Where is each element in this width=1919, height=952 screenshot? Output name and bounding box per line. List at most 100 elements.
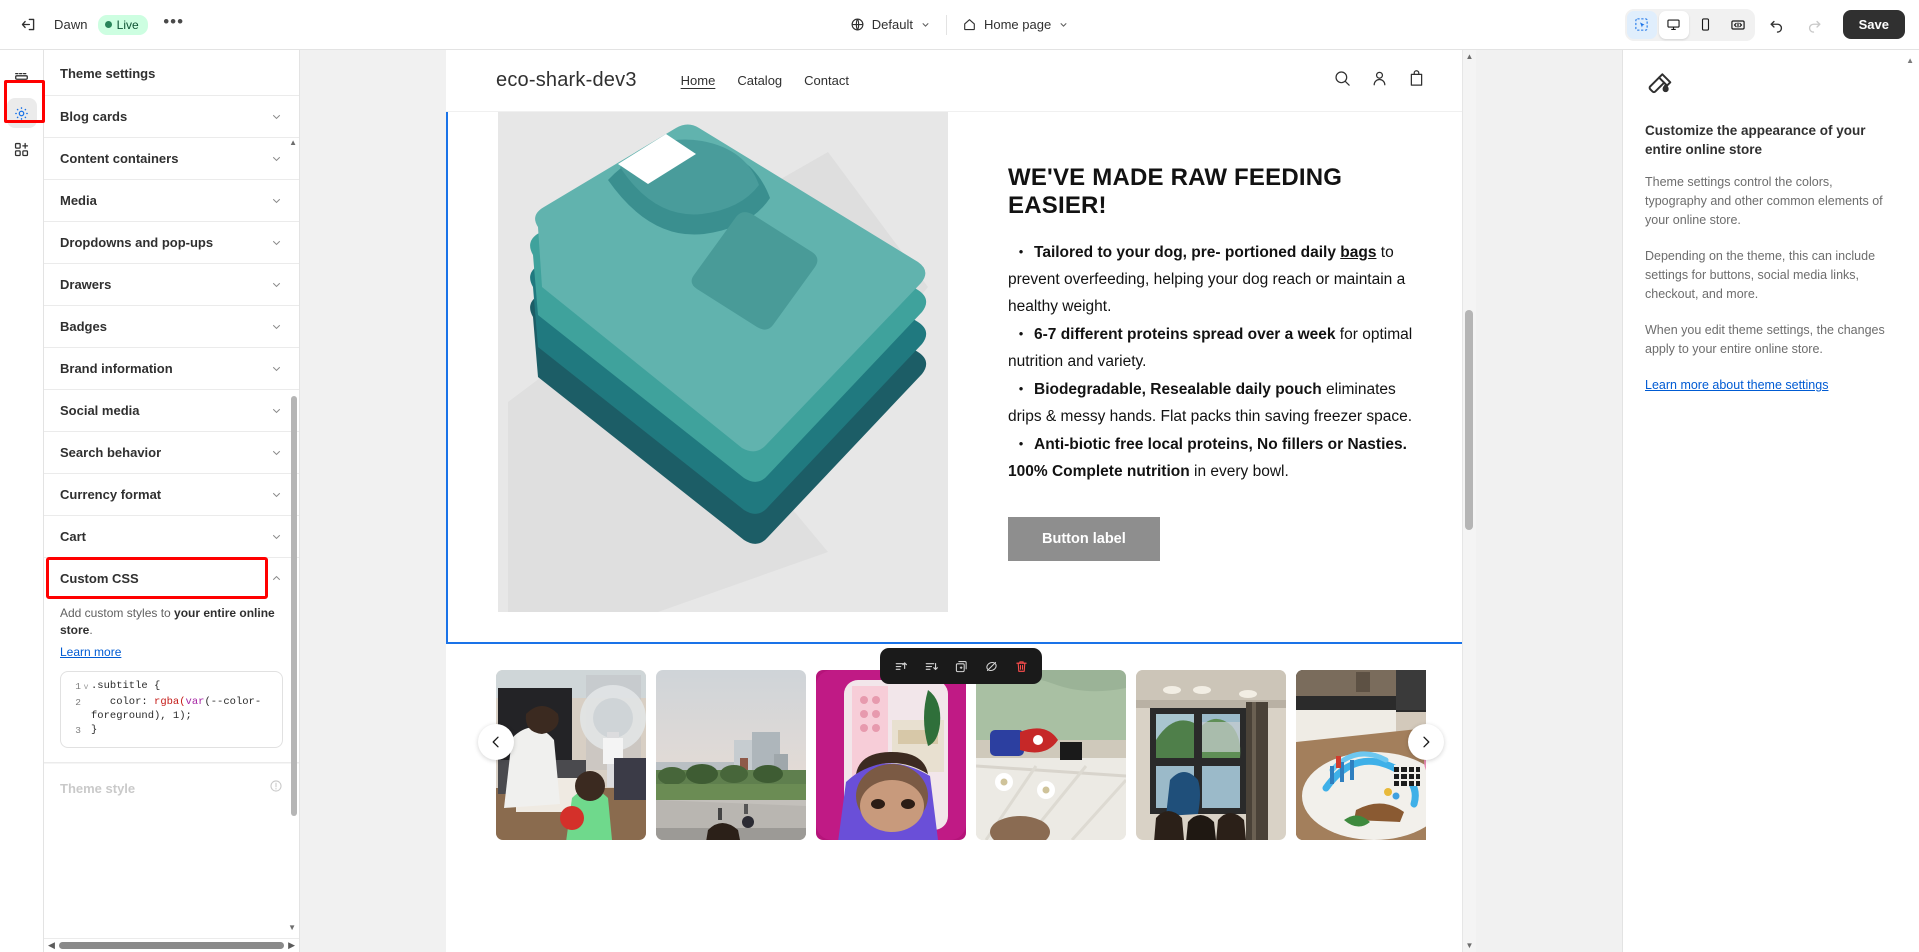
cart-icon[interactable]	[1407, 69, 1426, 93]
group-theme-style[interactable]: Theme style	[44, 763, 299, 813]
mobile-icon[interactable]	[1691, 11, 1721, 39]
help-prefix: Add custom styles to	[60, 606, 175, 620]
hero-cta-button[interactable]: Button label	[1008, 517, 1160, 561]
custom-css-code-editor[interactable]: 1 v .subtitle { 2 color: rgba(var(--colo…	[60, 671, 283, 748]
editor-body: Theme settings Blog cards Content contai…	[0, 50, 1919, 952]
chevron-down-icon	[270, 320, 283, 333]
search-icon[interactable]	[1333, 69, 1352, 93]
folded-tshirt-illustration	[498, 112, 948, 612]
panel-horizontal-scrollbar[interactable]: ◀ ▶	[44, 938, 299, 952]
scroll-left-arrow-icon[interactable]: ◀	[48, 940, 55, 951]
chevron-down-icon	[270, 278, 283, 291]
delete-icon[interactable]	[1008, 654, 1034, 678]
info-panel-paragraph: When you edit theme settings, the change…	[1645, 323, 1885, 356]
fullwidth-icon[interactable]	[1723, 11, 1753, 39]
gallery-next-button[interactable]	[1408, 724, 1444, 760]
hide-icon[interactable]	[978, 654, 1004, 678]
store-nav-home[interactable]: Home	[681, 73, 716, 88]
group-currency-format[interactable]: Currency format	[44, 474, 299, 516]
store-nav-contact[interactable]: Contact	[804, 73, 849, 88]
chevron-down-icon	[922, 23, 929, 27]
hero-bullet: Biodegradable, Resealable daily pouch el…	[1008, 375, 1424, 430]
more-options-button[interactable]: •••	[158, 9, 190, 41]
group-custom-css[interactable]: Custom CSS	[44, 558, 299, 599]
chevron-up-icon	[270, 572, 283, 585]
move-down-icon[interactable]	[918, 654, 944, 678]
group-brand-information[interactable]: Brand information	[44, 348, 299, 390]
info-panel-title: Customize the appearance of your entire …	[1645, 123, 1866, 157]
scroll-up-arrow-icon[interactable]: ▲	[1466, 52, 1474, 61]
panel-groups: Blog cards Content containers Media Drop…	[44, 96, 299, 817]
save-button[interactable]: Save	[1842, 10, 1905, 39]
duplicate-icon[interactable]	[948, 654, 974, 678]
scroll-thumb[interactable]	[58, 942, 285, 949]
hero-title[interactable]: WE'VE MADE RAW FEEDING EASIER!	[1008, 164, 1424, 220]
thumb-bed-spiderman-toy[interactable]	[976, 670, 1126, 840]
chevron-down-icon	[270, 404, 283, 417]
chevron-down-icon	[270, 362, 283, 375]
panel-vertical-scrollbar[interactable]	[291, 396, 297, 816]
theme-settings-icon[interactable]	[6, 98, 37, 128]
gallery-prev-button[interactable]	[478, 724, 514, 760]
scroll-down-arrow-icon[interactable]: ▼	[1466, 941, 1474, 950]
scroll-up-arrow-icon[interactable]: ▲	[289, 138, 297, 147]
thumb-boy-at-tv[interactable]	[496, 670, 646, 840]
undo-icon[interactable]	[1761, 9, 1793, 41]
hero-section-selected[interactable]: WE'VE MADE RAW FEEDING EASIER! Tailored …	[446, 112, 1476, 644]
store-logo[interactable]: eco-shark-dev3	[496, 69, 637, 92]
preview-scroll-thumb[interactable]	[1465, 310, 1473, 530]
gallery-track[interactable]	[496, 670, 1426, 840]
group-badges[interactable]: Badges	[44, 306, 299, 348]
group-drawers[interactable]: Drawers	[44, 264, 299, 306]
topbar-right: Save	[1624, 8, 1919, 41]
desktop-icon[interactable]	[1658, 10, 1689, 39]
fold-toggle-icon[interactable]: v	[81, 679, 91, 695]
custom-css-learn-more-link[interactable]: Learn more	[60, 645, 121, 659]
info-panel-learn-more-link[interactable]: Learn more about theme settings	[1645, 378, 1828, 392]
group-content-containers[interactable]: Content containers	[44, 138, 299, 180]
page-selector-label: Home page	[983, 17, 1052, 32]
panel-scroll-area[interactable]: Blog cards Content containers Media Drop…	[44, 96, 299, 952]
group-search-behavior[interactable]: Search behavior	[44, 432, 299, 474]
group-label: Content containers	[60, 151, 179, 166]
apps-icon[interactable]	[7, 134, 37, 164]
group-social-media[interactable]: Social media	[44, 390, 299, 432]
sections-icon[interactable]	[7, 62, 37, 92]
account-icon[interactable]	[1370, 69, 1389, 93]
top-bar: Dawn Live ••• Default Home page Save	[0, 0, 1919, 50]
group-media[interactable]: Media	[44, 180, 299, 222]
move-up-icon[interactable]	[888, 654, 914, 678]
page-selector[interactable]: Home page	[953, 12, 1078, 37]
scroll-up-arrow-icon[interactable]: ▲	[1906, 56, 1914, 65]
info-panel-paragraph: Theme settings control the colors, typog…	[1645, 175, 1883, 227]
custom-css-help: Add custom styles to your entire online …	[60, 605, 283, 639]
thumb-window-living-room[interactable]	[1136, 670, 1286, 840]
info-panel-paragraph: Depending on the theme, this can include…	[1645, 249, 1876, 301]
hero-bullet: Tailored to your dog, pre- portioned dai…	[1008, 238, 1424, 320]
group-blog-cards[interactable]: Blog cards	[44, 96, 299, 138]
group-cart[interactable]: Cart	[44, 516, 299, 558]
cursor-select-icon[interactable]	[1626, 10, 1657, 39]
locale-selector[interactable]: Default	[841, 12, 940, 37]
gallery-section[interactable]	[446, 644, 1476, 840]
chevron-left-icon	[492, 736, 499, 748]
scroll-right-arrow-icon[interactable]: ▶	[288, 940, 295, 951]
storefront-preview: eco-shark-dev3 Home Catalog Contact WE'V…	[446, 50, 1476, 952]
info-icon[interactable]	[269, 779, 283, 798]
hero-product-image-placeholder[interactable]	[498, 112, 948, 612]
store-nav-catalog[interactable]: Catalog	[737, 73, 782, 88]
divider	[945, 14, 947, 35]
chevron-down-icon	[270, 236, 283, 249]
thumb-toy-track-table[interactable]	[1296, 670, 1426, 840]
thumb-park-plaza[interactable]	[656, 670, 806, 840]
group-label: Search behavior	[60, 445, 162, 460]
thumb-pink-room-child[interactable]	[816, 670, 966, 840]
code-line: 2 color: rgba(var(--color-foreground), 1…	[65, 695, 276, 723]
view-mode-group	[1624, 8, 1755, 41]
exit-icon[interactable]	[12, 9, 44, 41]
scroll-down-arrow-icon[interactable]: ▼	[288, 923, 296, 932]
group-label: Badges	[60, 319, 107, 334]
section-float-toolbar	[880, 648, 1042, 684]
group-dropdowns-and-popups[interactable]: Dropdowns and pop-ups	[44, 222, 299, 264]
